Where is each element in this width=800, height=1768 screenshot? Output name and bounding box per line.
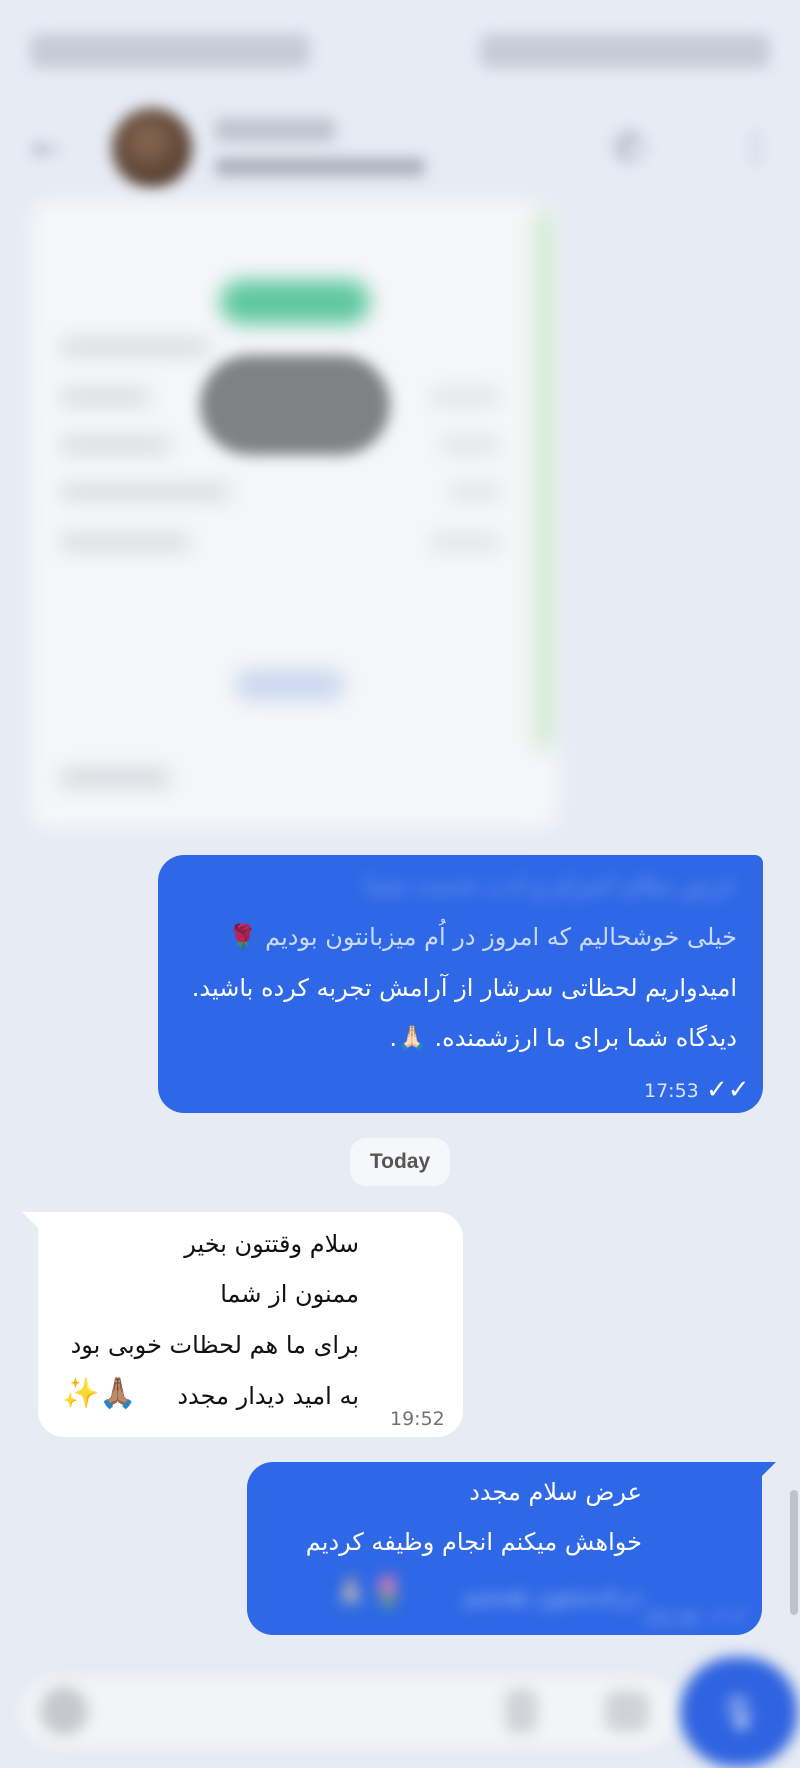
message-input[interactable] bbox=[110, 1695, 274, 1727]
back-arrow-icon[interactable]: ← bbox=[32, 132, 70, 166]
message-line: خیلی خوشحالیم که امروز در اُم میزبانتون … bbox=[227, 923, 737, 951]
message-line: عرض سلام مجدد bbox=[469, 1478, 642, 1506]
phone-icon[interactable]: ✆ bbox=[612, 126, 656, 170]
chat-header: ← ✆ ⋮ bbox=[0, 100, 800, 200]
avatar[interactable] bbox=[112, 108, 192, 188]
outgoing-message[interactable]: عرض سلام احترام و ادب خدمت شما خیلی خوشح… bbox=[158, 855, 763, 1113]
card-value bbox=[440, 438, 500, 452]
outgoing-message[interactable]: عرض سلام مجدد خواهش میکنم انجام وظیفه کر… bbox=[247, 1462, 776, 1635]
card-row bbox=[60, 340, 210, 354]
card-link[interactable] bbox=[235, 670, 345, 700]
emoji-icon[interactable] bbox=[40, 1687, 88, 1735]
card-value bbox=[430, 390, 500, 404]
card-row bbox=[60, 485, 230, 499]
incoming-message[interactable]: سلام وقتتون بخیر ممنون از شما برای ما هم… bbox=[22, 1212, 463, 1437]
microphone-icon[interactable]: 🎙 bbox=[680, 1657, 798, 1767]
card-footer bbox=[60, 770, 170, 786]
shared-invoice-card[interactable] bbox=[30, 200, 560, 830]
message-line: به امید دیدار مجدد bbox=[177, 1382, 359, 1410]
message-line: امیدواریم لحظاتی سرشار از آرامش تجربه کر… bbox=[191, 974, 737, 1002]
card-row bbox=[60, 438, 170, 452]
message-line: درخدمتتون هستیم bbox=[462, 1581, 642, 1609]
attach-icon[interactable] bbox=[505, 1689, 537, 1733]
emoji-pray-tulip: 🙏🏻🌷 bbox=[332, 1574, 407, 1609]
card-accent-bar bbox=[535, 210, 553, 750]
message-line: ممنون از شما bbox=[220, 1280, 359, 1308]
camera-icon[interactable] bbox=[605, 1691, 649, 1731]
message-composer: 🎙 bbox=[10, 1655, 798, 1767]
message-line: دیدگاه شما برای ما ارزشمنده. 🙏🏻. bbox=[389, 1024, 737, 1052]
read-ticks-icon: ✓✓ bbox=[709, 1602, 750, 1630]
bubble-tail bbox=[754, 1462, 776, 1484]
message-line: سلام وقتتون بخیر bbox=[184, 1230, 359, 1258]
message-line: برای ما هم لحظات خوبی بود bbox=[70, 1331, 359, 1359]
message-line: خواهش میکنم انجام وظیفه کردیم bbox=[305, 1528, 642, 1556]
card-value bbox=[450, 485, 500, 499]
message-time: 19:52 bbox=[390, 1408, 445, 1430]
message-time: 17:53 bbox=[644, 1080, 699, 1102]
media-overlay-pill[interactable] bbox=[200, 355, 390, 455]
contact-status bbox=[215, 158, 425, 176]
card-value bbox=[430, 535, 500, 549]
status-bar bbox=[0, 0, 800, 100]
read-ticks-icon: ✓✓ bbox=[706, 1075, 750, 1105]
scrollbar[interactable] bbox=[790, 1490, 798, 1615]
contact-name[interactable] bbox=[215, 118, 335, 142]
card-row bbox=[60, 535, 190, 549]
date-separator: Today bbox=[350, 1138, 450, 1186]
bubble-tail bbox=[22, 1212, 44, 1234]
message-time: 20:16 bbox=[644, 1608, 699, 1630]
emoji-sparkles-pray: ✨🙏🏽 bbox=[62, 1376, 137, 1411]
card-row bbox=[60, 390, 150, 404]
status-icons bbox=[480, 34, 770, 68]
more-vertical-icon[interactable]: ⋮ bbox=[738, 126, 774, 170]
status-time bbox=[30, 34, 310, 68]
status-pill bbox=[220, 280, 370, 324]
message-line: عرض سلام احترام و ادب خدمت شما bbox=[365, 871, 737, 899]
